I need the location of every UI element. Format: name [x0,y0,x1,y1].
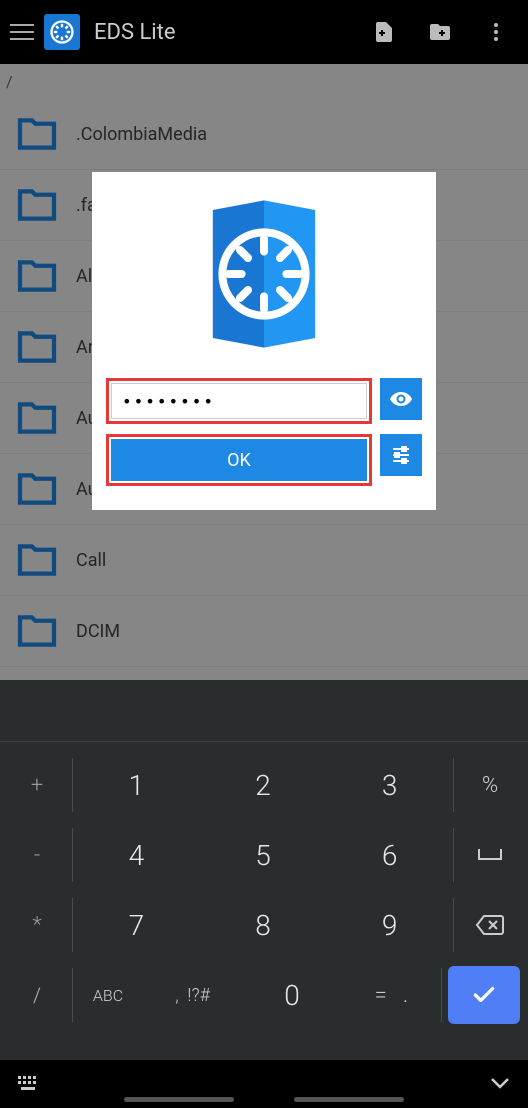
check-icon [471,982,497,1008]
soft-keyboard: + 1 2 3 % - 4 5 6 * 7 8 9 [0,680,528,1060]
key-plus[interactable]: + [2,750,72,820]
key-6[interactable]: 6 [326,820,453,890]
key-percent[interactable]: % [454,750,526,820]
key-abc[interactable]: ABC [73,960,143,1030]
password-input[interactable] [111,383,367,419]
tune-icon [389,443,413,467]
key-2[interactable]: 2 [200,750,327,820]
key-minus[interactable]: - [2,820,72,890]
key-9[interactable]: 9 [326,890,453,960]
key-3[interactable]: 3 [326,750,453,820]
navigation-bar [0,1060,528,1108]
toggle-visibility-button[interactable] [380,378,422,420]
settings-button[interactable] [380,434,422,476]
backspace-icon [475,914,505,936]
key-8[interactable]: 8 [200,890,327,960]
key-5[interactable]: 5 [200,820,327,890]
new-folder-icon[interactable] [428,20,452,44]
nav-home[interactable] [294,1097,404,1102]
key-enter[interactable] [448,966,520,1024]
key-7[interactable]: 7 [73,890,200,960]
eye-icon [389,387,413,411]
key-4[interactable]: 4 [73,820,200,890]
password-dialog: OK [92,172,436,510]
menu-icon[interactable] [8,18,36,46]
ok-button-highlight: OK [106,434,372,486]
keyboard-switch-icon[interactable] [18,1076,40,1092]
ok-button[interactable]: OK [111,439,367,481]
key-space[interactable] [454,820,526,890]
app-logo-icon [44,14,80,50]
dialog-logo-icon [106,194,422,354]
password-field-highlight [106,378,372,424]
key-equals-dot[interactable]: = . [342,960,441,1030]
nav-recent[interactable] [124,1097,234,1102]
keyboard-hide-icon[interactable] [490,1077,510,1091]
key-slash[interactable]: / [33,983,41,1007]
keyboard-suggestion-bar[interactable] [0,680,528,742]
app-bar: EDS Lite [0,0,528,64]
key-0[interactable]: 0 [242,960,341,1030]
key-1[interactable]: 1 [73,750,200,820]
key-symbols[interactable]: , !?# [143,960,242,1030]
key-backspace[interactable] [454,890,526,960]
more-icon[interactable] [484,20,508,44]
key-asterisk[interactable]: * [2,890,72,960]
new-file-icon[interactable] [372,20,396,44]
space-icon [476,846,504,864]
app-title: EDS Lite [94,20,176,45]
